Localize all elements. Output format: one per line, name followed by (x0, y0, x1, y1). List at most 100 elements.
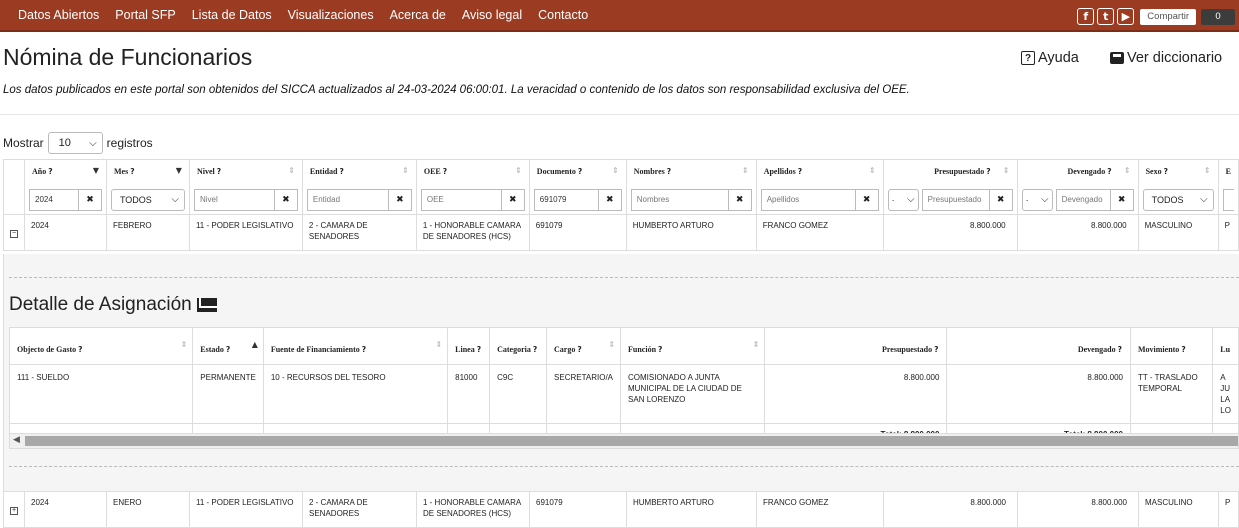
dcol-devengado[interactable]: Devengado ? (946, 327, 1131, 365)
clear-icon[interactable]: ✖ (500, 188, 525, 211)
nav-contacto[interactable]: Contacto (538, 8, 588, 22)
extra-filter-input[interactable] (1222, 188, 1234, 211)
cell-mes: FEBRERO (105, 214, 190, 251)
col-mes[interactable]: Mes ? ▼ (105, 159, 190, 187)
page-length-select[interactable]: 10 ⌵ (47, 132, 103, 154)
nav-acerca-de[interactable]: Acerca de (390, 8, 446, 22)
collapse-icon[interactable]: − (10, 230, 18, 238)
nav-aviso-legal[interactable]: Aviso legal (462, 8, 522, 22)
chevron-down-icon: ⌵ (1200, 194, 1208, 205)
scrollbar-thumb[interactable] (25, 436, 1238, 446)
detail-title: Detalle de Asignación (9, 294, 217, 316)
sexo-filter-select[interactable]: TODOS ⌵ (1142, 188, 1214, 211)
dcol-movimiento[interactable]: Movimiento ? (1129, 327, 1214, 365)
cell-apellidos: FRANCO GOMEZ (755, 214, 884, 251)
operator-select[interactable]: · ⌵ (1021, 188, 1053, 211)
col-label: Documento (536, 167, 576, 176)
sort-icon: ⇕ (608, 340, 616, 349)
row-toggle[interactable]: + (3, 491, 25, 528)
anio-filter-input[interactable]: 2024 (29, 188, 78, 211)
dcell-linea: 81000 (447, 364, 491, 424)
social-share: f t ▶ Compartir 0 (1077, 8, 1235, 25)
col-documento[interactable]: Documento ? ⇕ (528, 159, 627, 187)
cell-entidad: 2 - CAMARA DE SENADORES (302, 491, 417, 528)
sort-icon: ⇕ (435, 340, 443, 349)
table-row[interactable]: − 2024 FEBRERO 11 - PODER LEGISLATIVO 2 … (3, 214, 1239, 251)
col-devengado[interactable]: Devengado ? ⇕ (1016, 159, 1139, 187)
nav-lista-de-datos[interactable]: Lista de Datos (192, 8, 272, 22)
info-icon: ? (476, 345, 482, 354)
clear-icon[interactable]: ✖ (988, 188, 1013, 211)
col-anio[interactable]: Año ? ▼ (24, 159, 107, 187)
nav-portal-sfp[interactable]: Portal SFP (115, 8, 175, 22)
clear-icon[interactable]: ✖ (387, 188, 412, 211)
col-entidad[interactable]: Entidad ? ⇕ (301, 159, 417, 187)
dictionary-link[interactable]: Ver diccionario (1110, 50, 1222, 66)
apellidos-filter-input[interactable]: Apellidos (760, 188, 855, 211)
dcol-lugar[interactable]: Lu (1212, 327, 1239, 365)
col-extra[interactable]: E (1217, 159, 1239, 187)
dcol-estado[interactable]: Estado ? ▲ (192, 327, 264, 365)
sort-icon: ⇕ (288, 166, 295, 175)
col-oee[interactable]: OEE ? ⇕ (415, 159, 530, 187)
nombres-filter-input[interactable]: Nombres (630, 188, 728, 211)
dcol-funcion[interactable]: Función ? ⇕ (620, 327, 766, 365)
clear-icon[interactable]: ✖ (597, 188, 622, 211)
length-prefix: Mostrar (3, 136, 44, 150)
scroll-left-icon[interactable]: ◀ (13, 435, 20, 445)
documento-filter-input[interactable]: 691079 (533, 188, 598, 211)
envelope-icon[interactable] (196, 298, 217, 312)
dcol-objeto[interactable]: Objecto de Gasto ? ⇕ (8, 327, 194, 365)
sort-icon: ⇕ (1123, 166, 1131, 175)
entidad-filter-input[interactable]: Entidad (306, 188, 388, 211)
col-sexo[interactable]: Sexo ? ⇕ (1137, 159, 1219, 187)
col-apellidos[interactable]: Apellidos ? ⇕ (755, 159, 884, 187)
dcol-presupuestado[interactable]: Presupuestado ? (764, 327, 948, 365)
col-nombres[interactable]: Nombres ? ⇕ (625, 159, 757, 187)
share-button[interactable]: Compartir (1140, 8, 1196, 25)
dcol-linea[interactable]: Linea ? (447, 327, 491, 365)
devengado-filter-input[interactable]: Devengado (1055, 188, 1110, 211)
info-icon: ? (934, 345, 939, 354)
facebook-icon[interactable]: f (1077, 8, 1095, 25)
detail-header-row: Objecto de Gasto ? ⇕ Estado ? ▲ Fuente de … (8, 327, 1239, 365)
clear-icon[interactable]: ✖ (854, 188, 879, 211)
row-toggle[interactable]: − (3, 214, 25, 251)
page-title: Nómina de Funcionarios (3, 44, 253, 70)
info-icon: ? (361, 345, 367, 354)
dcol-fuente[interactable]: Fuente de Financiamiento ? ⇕ (262, 327, 449, 365)
nivel-filter-input[interactable]: Nivel (193, 188, 274, 211)
col-label: Entidad (309, 167, 338, 176)
clear-icon[interactable]: ✖ (273, 188, 298, 211)
col-presupuestado[interactable]: Presupuestado ? ⇕ (882, 159, 1018, 187)
nav-visualizaciones[interactable]: Visualizaciones (288, 8, 374, 22)
table-header-row: Año ? ▼ Mes ? ▼ Nivel ? ⇕ Entidad ? ⇕ OEE ? ⇕… (3, 159, 1239, 187)
clear-icon[interactable]: ✖ (727, 188, 752, 211)
col-nivel[interactable]: Nivel ? ⇕ (188, 159, 303, 187)
info-icon: ? (78, 345, 83, 354)
clear-icon[interactable]: ✖ (1109, 188, 1134, 211)
operator-select[interactable]: · ⌵ (887, 188, 919, 211)
col-label: Lu (1220, 345, 1231, 354)
col-label: Devengado (1067, 167, 1106, 176)
expand-icon[interactable]: + (10, 507, 18, 515)
dcol-cargo[interactable]: Cargo ? ⇕ (546, 327, 622, 365)
twitter-icon[interactable]: t (1097, 8, 1115, 25)
table-row[interactable]: + 2024 ENERO 11 - PODER LEGISLATIVO 2 - … (3, 491, 1239, 528)
help-link[interactable]: ? Ayuda (1021, 50, 1079, 66)
clear-icon[interactable]: ✖ (77, 188, 102, 211)
youtube-icon[interactable]: ▶ (1117, 8, 1135, 25)
nav-datos-abiertos[interactable]: Datos Abiertos (18, 8, 99, 22)
presupuestado-filter-input[interactable]: Presupuestado (921, 188, 989, 211)
dcell-fuente: 10 - RECURSOS DEL TESORO (262, 364, 449, 424)
oee-filter-input[interactable]: OEE (420, 188, 501, 211)
filter-sexo: TODOS ⌵ (1137, 186, 1219, 215)
col-label: OEE (423, 167, 441, 176)
info-icon: ? (1181, 345, 1186, 354)
mes-filter-select[interactable]: TODOS ⌵ (110, 188, 185, 211)
page-length-control: Mostrar 10 ⌵ registros (3, 132, 153, 154)
dcol-categoria[interactable]: Categoria ? (489, 327, 548, 365)
horizontal-scrollbar[interactable]: ◀ (9, 433, 1239, 449)
info-icon: ? (666, 167, 672, 176)
info-icon: ? (577, 167, 583, 176)
